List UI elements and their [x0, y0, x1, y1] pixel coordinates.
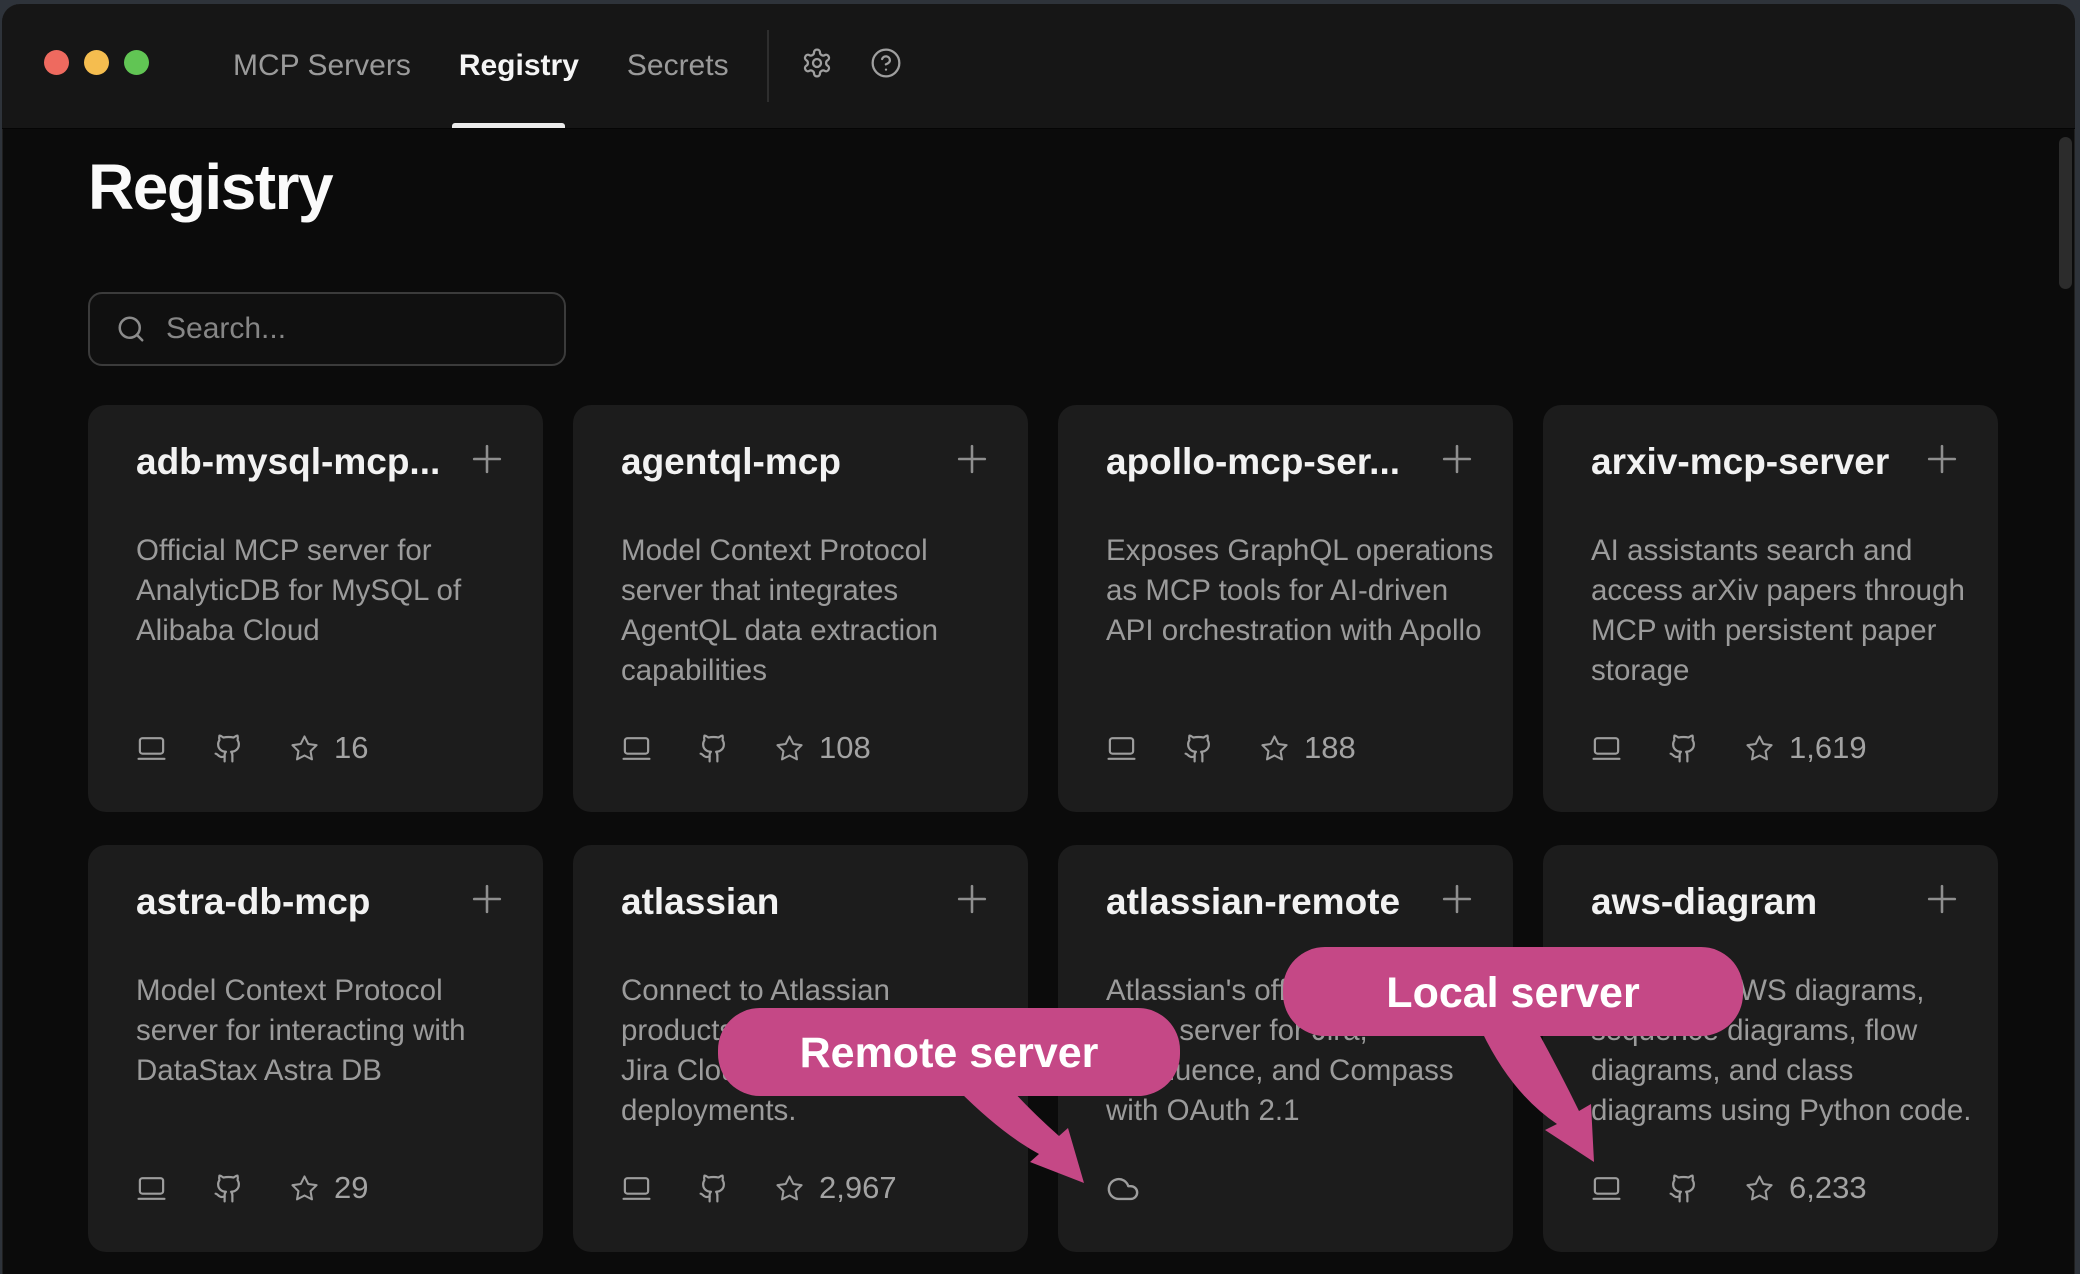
- server-name: adb-mysql-mcp...: [136, 441, 440, 483]
- star-icon: [1745, 1174, 1774, 1203]
- add-server-button[interactable]: [1435, 877, 1479, 921]
- star-count: 1,619: [1789, 730, 1867, 766]
- server-card[interactable]: arxiv-mcp-server AI assistants search an…: [1543, 405, 1998, 812]
- laptop-icon: [1591, 733, 1622, 764]
- close-window-button[interactable]: [44, 50, 69, 75]
- tab-mcp-servers[interactable]: MCP Servers: [233, 49, 411, 83]
- add-server-button[interactable]: [1435, 437, 1479, 481]
- add-server-button[interactable]: [950, 437, 994, 481]
- server-meta: 6,233: [1591, 1170, 1867, 1206]
- server-card[interactable]: atlassian-remote Atlassian's official MC…: [1058, 845, 1513, 1252]
- minimize-window-button[interactable]: [84, 50, 109, 75]
- star-icon: [1745, 734, 1774, 763]
- laptop-icon: [1591, 1173, 1622, 1204]
- server-name: atlassian: [621, 881, 779, 923]
- registry-grid: adb-mysql-mcp... Official MCP server for…: [88, 405, 1998, 1252]
- server-card[interactable]: aws-diagram Generate AWS diagrams, seque…: [1543, 845, 1998, 1252]
- add-server-button[interactable]: [465, 437, 509, 481]
- star-icon: [290, 734, 319, 763]
- add-server-button[interactable]: [1920, 877, 1964, 921]
- search-icon: [116, 314, 146, 344]
- zoom-window-button[interactable]: [124, 50, 149, 75]
- star-count-group: 16: [290, 730, 368, 766]
- star-count: 2,967: [819, 1170, 897, 1206]
- server-name: atlassian-remote: [1106, 881, 1400, 923]
- add-server-button[interactable]: [465, 877, 509, 921]
- server-meta: 2,967: [621, 1170, 897, 1206]
- server-meta: 29: [136, 1170, 368, 1206]
- star-count-group: 188: [1260, 730, 1356, 766]
- github-icon: [698, 1173, 729, 1204]
- star-icon: [1260, 734, 1289, 763]
- star-count: 16: [334, 730, 368, 766]
- star-icon: [775, 1174, 804, 1203]
- page-title: Registry: [88, 150, 332, 224]
- github-icon: [698, 733, 729, 764]
- server-description: Atlassian's official MCP server for Jira…: [1106, 971, 1454, 1131]
- active-tab-indicator: [452, 123, 565, 128]
- add-server-button[interactable]: [950, 877, 994, 921]
- help-icon[interactable]: [870, 47, 902, 79]
- server-name: astra-db-mcp: [136, 881, 370, 923]
- server-description: Model Context Protocol server that integ…: [621, 531, 938, 691]
- scrollbar-thumb[interactable]: [2059, 137, 2072, 289]
- nav-divider: [767, 30, 769, 102]
- server-meta: 16: [136, 730, 368, 766]
- search-box: [88, 292, 566, 366]
- title-bar: MCP Servers Registry Secrets: [2, 4, 2075, 129]
- server-meta: 108: [621, 730, 871, 766]
- server-name: agentql-mcp: [621, 441, 841, 483]
- laptop-icon: [1106, 733, 1137, 764]
- search-input[interactable]: [164, 311, 554, 347]
- github-icon: [1668, 733, 1699, 764]
- tab-registry[interactable]: Registry: [459, 49, 579, 83]
- server-name: aws-diagram: [1591, 881, 1817, 923]
- star-count-group: 108: [775, 730, 871, 766]
- laptop-icon: [136, 733, 167, 764]
- server-card[interactable]: astra-db-mcp Model Context Protocol serv…: [88, 845, 543, 1252]
- server-description: Exposes GraphQL operations as MCP tools …: [1106, 531, 1494, 651]
- github-icon: [1668, 1173, 1699, 1204]
- star-count-group: 29: [290, 1170, 368, 1206]
- server-description: Model Context Protocol server for intera…: [136, 971, 466, 1091]
- add-server-button[interactable]: [1920, 437, 1964, 481]
- settings-gear-icon[interactable]: [801, 47, 833, 79]
- app-window: MCP Servers Registry Secrets Registry: [2, 4, 2075, 1274]
- laptop-icon: [136, 1173, 167, 1204]
- server-description: AI assistants search and access arXiv pa…: [1591, 531, 1965, 691]
- traffic-lights: [44, 50, 149, 75]
- server-name: apollo-mcp-ser...: [1106, 441, 1400, 483]
- star-count: 6,233: [1789, 1170, 1867, 1206]
- server-card[interactable]: atlassian Connect to Atlassian products …: [573, 845, 1028, 1252]
- server-card[interactable]: apollo-mcp-ser... Exposes GraphQL operat…: [1058, 405, 1513, 812]
- server-meta: [1106, 1172, 1140, 1206]
- github-icon: [213, 1173, 244, 1204]
- star-count: 29: [334, 1170, 368, 1206]
- tab-secrets[interactable]: Secrets: [627, 49, 729, 83]
- cloud-icon: [1106, 1172, 1140, 1206]
- star-count: 108: [819, 730, 871, 766]
- server-card[interactable]: adb-mysql-mcp... Official MCP server for…: [88, 405, 543, 812]
- server-name: arxiv-mcp-server: [1591, 441, 1889, 483]
- star-count: 188: [1304, 730, 1356, 766]
- star-count-group: 1,619: [1745, 730, 1867, 766]
- main-nav: MCP Servers Registry Secrets: [233, 4, 729, 128]
- github-icon: [213, 733, 244, 764]
- star-icon: [290, 1174, 319, 1203]
- server-meta: 188: [1106, 730, 1356, 766]
- server-meta: 1,619: [1591, 730, 1867, 766]
- server-description: Generate AWS diagrams, sequence diagrams…: [1591, 971, 1971, 1131]
- star-count-group: 2,967: [775, 1170, 897, 1206]
- laptop-icon: [621, 1173, 652, 1204]
- laptop-icon: [621, 733, 652, 764]
- server-description: Connect to Atlassian products supporting…: [621, 971, 906, 1131]
- server-description: Official MCP server for AnalyticDB for M…: [136, 531, 461, 651]
- star-count-group: 6,233: [1745, 1170, 1867, 1206]
- github-icon: [1183, 733, 1214, 764]
- server-card[interactable]: agentql-mcp Model Context Protocol serve…: [573, 405, 1028, 812]
- star-icon: [775, 734, 804, 763]
